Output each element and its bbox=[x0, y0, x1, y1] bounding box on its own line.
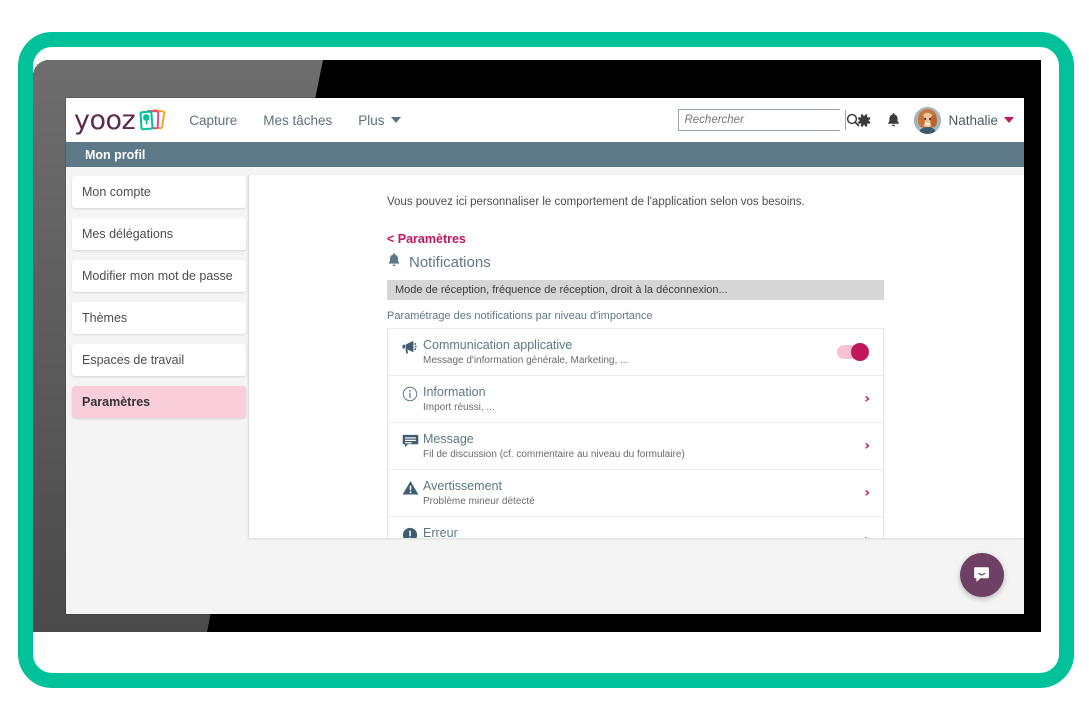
page-title: Mon profil bbox=[85, 148, 145, 162]
sidebar-item-mes-delegations[interactable]: Mes délégations bbox=[72, 218, 246, 250]
chat-bubble-icon[interactable] bbox=[960, 553, 1004, 597]
chevron-right-icon[interactable]: › bbox=[864, 532, 875, 538]
nav-item-capture[interactable]: Capture bbox=[189, 113, 237, 128]
logo-text: yooz bbox=[74, 107, 135, 134]
sidebar-item-modifier-mot-de-passe[interactable]: Modifier mon mot de passe bbox=[72, 260, 246, 292]
message-icon bbox=[397, 432, 423, 448]
info-circle-icon bbox=[397, 385, 423, 402]
intro-text: Vous pouvez ici personnaliser le comport… bbox=[387, 196, 1024, 208]
sidebar-item-label: Paramètres bbox=[82, 395, 150, 409]
bell-icon[interactable] bbox=[878, 112, 908, 128]
notification-title: Avertissement bbox=[423, 479, 864, 494]
notification-title: Message bbox=[423, 432, 864, 447]
nav-item-capture-label: Capture bbox=[189, 113, 237, 128]
gear-icon[interactable] bbox=[848, 112, 878, 129]
search-box[interactable] bbox=[678, 109, 840, 131]
app-body: Mon compte Mes délégations Modifier mon … bbox=[66, 167, 1024, 614]
sidebar-item-themes[interactable]: Thèmes bbox=[72, 302, 246, 334]
content-panel: Vous pouvez ici personnaliser le comport… bbox=[248, 175, 1024, 538]
nav-item-plus[interactable]: Plus bbox=[358, 113, 400, 128]
notification-list: Communication applicative Message d'info… bbox=[387, 328, 884, 538]
search-input[interactable] bbox=[679, 110, 845, 130]
sidebar-item-label: Espaces de travail bbox=[82, 353, 184, 367]
notification-title: Erreur bbox=[423, 526, 864, 538]
app-window: yooz Capture bbox=[66, 98, 1024, 614]
nav-item-mes-taches[interactable]: Mes tâches bbox=[263, 113, 332, 128]
profile-title-bar: Mon profil bbox=[66, 142, 1024, 167]
notification-toggle[interactable] bbox=[837, 345, 869, 359]
sidebar-item-parametres[interactable]: Paramètres bbox=[72, 386, 246, 418]
top-navigation-right: Nathalie bbox=[678, 107, 1014, 134]
section-title: Notifications bbox=[409, 254, 491, 271]
sidebar-item-espaces-de-travail[interactable]: Espaces de travail bbox=[72, 344, 246, 376]
notification-row-texts: Erreur Problème majeur détecté bbox=[423, 526, 864, 538]
user-chevron-down-icon[interactable] bbox=[1004, 117, 1014, 123]
section-subtitle: Mode de réception, fréquence de réceptio… bbox=[387, 280, 884, 300]
notification-row-information[interactable]: Information Import réussi, ... › bbox=[388, 376, 883, 423]
chevron-right-icon[interactable]: › bbox=[864, 485, 875, 501]
list-caption: Paramétrage des notifications par niveau… bbox=[387, 310, 1024, 322]
notification-row-erreur[interactable]: Erreur Problème majeur détecté › bbox=[388, 517, 883, 538]
warning-triangle-icon bbox=[397, 479, 423, 496]
sidebar-item-label: Thèmes bbox=[82, 311, 127, 325]
error-circle-icon bbox=[397, 526, 423, 538]
notification-row-texts: Information Import réussi, ... bbox=[423, 385, 864, 413]
notification-row-texts: Message Fil de discussion (cf. commentai… bbox=[423, 432, 864, 460]
sidebar-item-label: Modifier mon mot de passe bbox=[82, 269, 233, 283]
bell-icon bbox=[387, 252, 401, 273]
sidebar: Mon compte Mes délégations Modifier mon … bbox=[66, 167, 248, 614]
notification-row-message[interactable]: Message Fil de discussion (cf. commentai… bbox=[388, 423, 883, 470]
nav-item-plus-label: Plus bbox=[358, 113, 384, 128]
notification-description: Problème mineur détecté bbox=[423, 496, 864, 507]
notification-row-communication-applicative[interactable]: Communication applicative Message d'info… bbox=[388, 328, 883, 376]
megaphone-icon bbox=[397, 338, 423, 354]
notification-description: Message d'information générale, Marketin… bbox=[423, 355, 837, 366]
notification-title: Information bbox=[423, 385, 864, 400]
notification-row-avertissement[interactable]: Avertissement Problème mineur détecté › bbox=[388, 470, 883, 517]
sidebar-item-mon-compte[interactable]: Mon compte bbox=[72, 176, 246, 208]
chevron-right-icon[interactable]: › bbox=[864, 438, 875, 454]
nav-item-mes-taches-label: Mes tâches bbox=[263, 113, 332, 128]
username-label: Nathalie bbox=[948, 113, 998, 128]
sidebar-item-label: Mon compte bbox=[82, 185, 151, 199]
avatar[interactable] bbox=[914, 107, 941, 134]
notification-description: Fil de discussion (cf. commentaire au ni… bbox=[423, 449, 864, 460]
notification-title: Communication applicative bbox=[423, 338, 837, 353]
logo-documents-icon bbox=[137, 107, 167, 133]
sidebar-item-label: Mes délégations bbox=[82, 227, 173, 241]
notification-row-texts: Avertissement Problème mineur détecté bbox=[423, 479, 864, 507]
section-header: Notifications bbox=[387, 252, 1024, 273]
notification-row-texts: Communication applicative Message d'info… bbox=[423, 338, 837, 366]
notification-description: Import réussi, ... bbox=[423, 402, 864, 413]
app-logo[interactable]: yooz bbox=[74, 107, 167, 134]
breadcrumb-back-link[interactable]: < Paramètres bbox=[387, 232, 1024, 246]
content-scroll-area: Vous pouvez ici personnaliser le comport… bbox=[249, 175, 1024, 538]
chevron-down-icon bbox=[391, 117, 401, 123]
top-navigation-bar: yooz Capture bbox=[66, 98, 1024, 142]
chevron-right-icon[interactable]: › bbox=[864, 391, 875, 407]
